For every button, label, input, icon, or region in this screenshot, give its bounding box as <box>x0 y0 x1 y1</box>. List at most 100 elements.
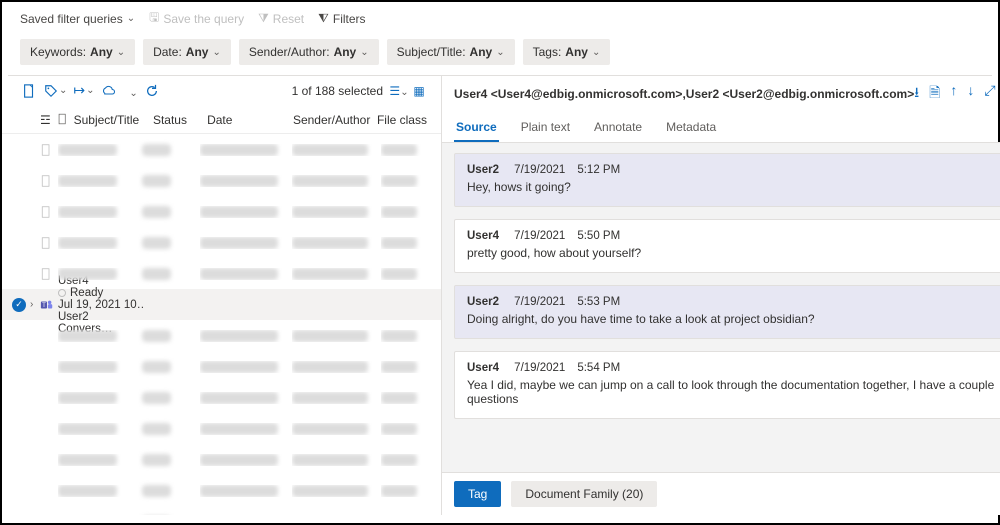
next-icon[interactable]: ↓ <box>967 82 974 106</box>
filter-chip-date[interactable]: Date: Any ⌄ <box>143 39 231 65</box>
nav-dropdown-icon[interactable]: ↦ ⌄ <box>73 82 100 99</box>
msg-body: Doing alright, do you have time to take … <box>467 312 1000 326</box>
tab-annotate[interactable]: Annotate <box>592 112 644 142</box>
chip-value: Any <box>565 45 588 59</box>
chevron-down-icon: ⌄ <box>86 85 94 96</box>
prev-icon[interactable]: ↑ <box>950 82 957 106</box>
conversation-message: User4 7/19/2021 5:54 PM Yea I did, maybe w… <box>454 351 1000 419</box>
col-fileclass[interactable]: File class <box>377 113 433 127</box>
filter-chip-sender[interactable]: Sender/Author: Any ⌄ <box>239 39 379 65</box>
chip-label: Subject/Title: <box>397 45 466 59</box>
list-row[interactable] <box>2 134 441 165</box>
list-row[interactable] <box>2 475 441 506</box>
msg-date: 7/19/2021 <box>514 230 565 242</box>
list-row[interactable] <box>2 165 441 196</box>
chip-value: Any <box>90 45 113 59</box>
saved-filter-queries-dropdown[interactable]: Saved filter queries ⌄ <box>20 12 135 26</box>
chip-label: Date: <box>153 45 182 59</box>
funnel-icon: ⧨ <box>318 11 329 26</box>
col-subject[interactable]: Subject/Title <box>74 113 153 127</box>
list-row[interactable] <box>2 351 441 382</box>
chevron-down-icon: ⌄ <box>592 47 600 58</box>
reset-label: Reset <box>273 12 304 26</box>
refresh-icon[interactable] <box>145 84 167 98</box>
chip-label: Tags: <box>533 45 562 59</box>
svg-text:T: T <box>42 301 46 308</box>
msg-from: User4 <box>467 362 502 374</box>
expand-row-icon[interactable]: › <box>30 299 33 310</box>
document-family-button[interactable]: Document Family (20) <box>511 481 657 507</box>
col-sender[interactable]: Sender/Author <box>293 113 377 127</box>
chip-label: Sender/Author: <box>249 45 330 59</box>
col-date[interactable]: Date <box>207 113 293 127</box>
cloud-sync-icon[interactable] <box>101 84 123 98</box>
msg-time: 5:12 PM <box>577 164 620 176</box>
list-row[interactable] <box>2 382 441 413</box>
filter-chip-tags[interactable]: Tags: Any ⌄ <box>523 39 611 65</box>
cell-subject: User4 ReadyJul 19, 2021 10:12 ...User2 C… <box>58 275 143 335</box>
filters-label: Filters <box>333 12 366 26</box>
conversation-message: User2 7/19/2021 5:12 PM Hey, hows it going… <box>454 153 1000 207</box>
filters-button[interactable]: ⧨ Filters <box>318 11 365 26</box>
filter-chip-keywords[interactable]: Keywords: Any ⌄ <box>20 39 135 65</box>
chip-value: Any <box>470 45 493 59</box>
new-document-icon[interactable] <box>22 84 44 98</box>
chevron-down-icon: ⌄ <box>360 47 368 58</box>
status-dot-icon <box>58 289 66 297</box>
list-view-icon[interactable]: ☰⌄ <box>389 84 409 98</box>
chip-value: Any <box>186 45 209 59</box>
download-icon[interactable]: ⭳ <box>914 82 919 106</box>
list-row[interactable] <box>2 444 441 475</box>
msg-time: 5:54 PM <box>577 362 620 374</box>
reset-filters-button: ⧩ Reset <box>258 11 304 26</box>
msg-time: 5:50 PM <box>577 230 620 242</box>
msg-from: User2 <box>467 296 502 308</box>
list-row[interactable] <box>2 196 441 227</box>
grid-view-icon[interactable]: ▦ <box>409 84 429 98</box>
reader-title: User4 <User4@edbig.onmicrosoft.com>,User… <box>454 87 914 101</box>
col-status[interactable]: Status <box>153 113 207 127</box>
tag-dropdown-icon[interactable]: ⌄ <box>44 84 73 98</box>
chevron-down-icon: ⌄ <box>212 47 220 58</box>
teams-icon: T <box>40 298 58 312</box>
save-query-button: 🖫 Save the query <box>149 8 244 29</box>
list-row-selected[interactable]: ✓›TUser4 ReadyJul 19, 2021 10:12 ...User… <box>2 289 441 320</box>
cell-status: Ready <box>58 287 116 299</box>
column-headers: ☲ Subject/Title Status Date Sender/Autho… <box>2 105 441 134</box>
cell-date: Jul 19, 2021 10:12 ... <box>58 299 143 311</box>
check-icon: ✓ <box>12 298 26 312</box>
save-icon: 🖫 <box>149 8 159 29</box>
chevron-down-icon: ⌄ <box>496 47 504 58</box>
conversation-message: User4 7/19/2021 5:50 PM pretty good, how a… <box>454 219 1000 273</box>
msg-time: 5:53 PM <box>577 296 620 308</box>
chevron-down-icon: ⌄ <box>117 47 125 58</box>
msg-body: Hey, hows it going? <box>467 180 1000 194</box>
list-row[interactable] <box>2 506 441 515</box>
col-type-icon <box>57 113 74 127</box>
list-row[interactable] <box>2 227 441 258</box>
tab-plain-text[interactable]: Plain text <box>519 112 572 142</box>
chip-value: Any <box>334 45 357 59</box>
msg-date: 7/19/2021 <box>514 164 565 176</box>
msg-date: 7/19/2021 <box>514 362 565 374</box>
list-row[interactable] <box>2 413 441 444</box>
expand-icon[interactable]: ⤢ <box>984 82 995 106</box>
conversation-message: User2 7/19/20215:53 PMDoing alright, do … <box>454 285 1000 339</box>
tab-source[interactable]: Source <box>454 112 499 142</box>
saved-filter-queries-label: Saved filter queries <box>20 12 123 26</box>
msg-body: pretty good, how about yourself? <box>467 246 1000 260</box>
msg-body: Yea I did, maybe we can jump on a call t… <box>467 378 1000 406</box>
filter-chip-subject[interactable]: Subject/Title: Any ⌄ <box>387 39 515 65</box>
chevron-down-icon: ⌄ <box>59 85 67 96</box>
funnel-reset-icon: ⧩ <box>258 11 269 26</box>
save-query-label: Save the query <box>163 12 244 26</box>
msg-from: User4 <box>467 230 502 242</box>
chevron-down-icon: ⌄ <box>127 13 135 24</box>
tag-button[interactable]: Tag <box>454 481 501 507</box>
tab-metadata[interactable]: Metadata <box>664 112 718 142</box>
more-dropdown-icon[interactable]: ⌄ <box>123 83 145 99</box>
selection-count: 1 of 188 selected <box>292 84 383 98</box>
msg-from: User2 <box>467 164 502 176</box>
col-select: ☲ <box>40 113 57 127</box>
open-new-icon[interactable]: 🗎 <box>929 82 940 106</box>
